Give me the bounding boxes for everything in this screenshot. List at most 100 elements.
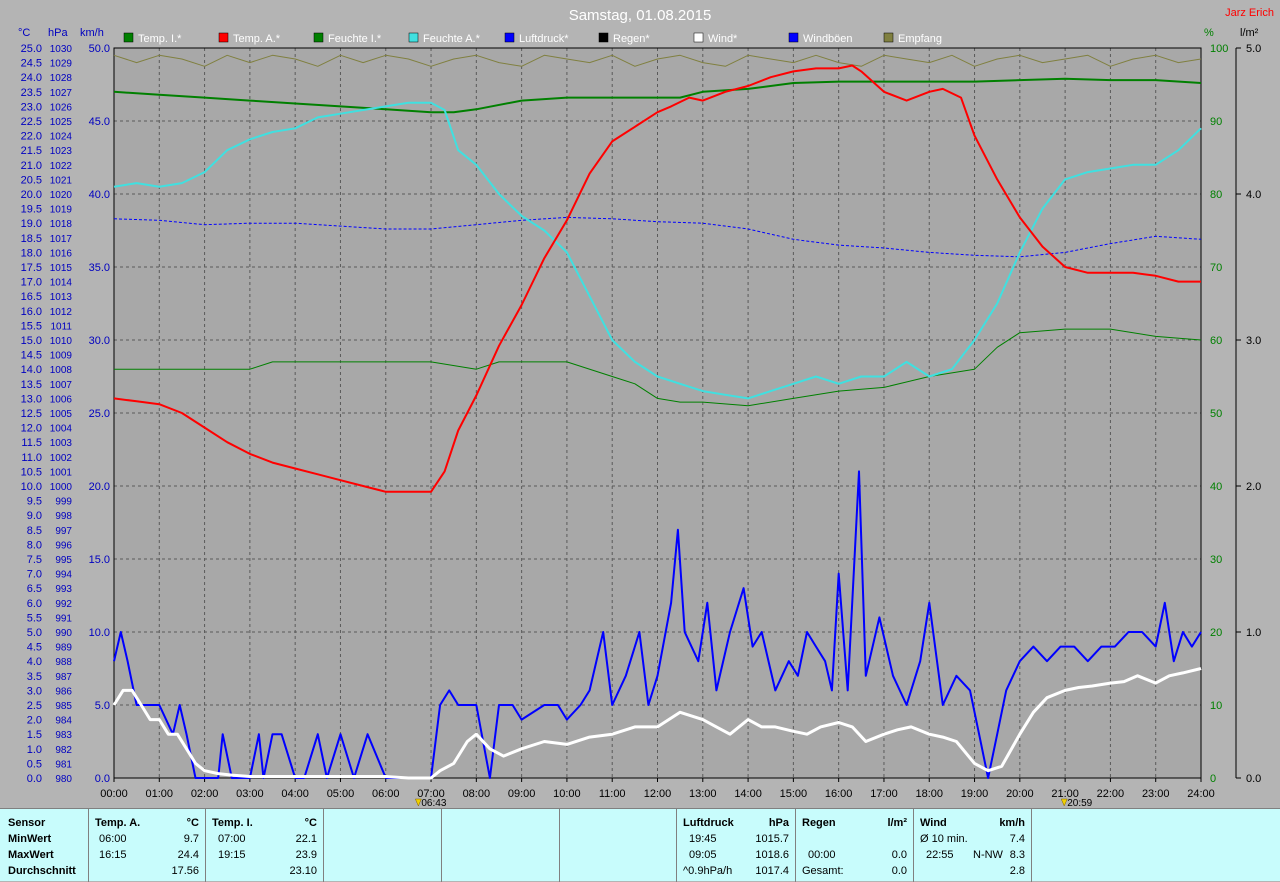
legend-label: Regen* xyxy=(613,33,650,45)
temp-tick: 0.5 xyxy=(27,758,42,770)
temp-tick: 20.5 xyxy=(21,174,42,186)
temp-tick: 4.5 xyxy=(27,642,42,654)
temp-i-unit: °C xyxy=(304,817,317,829)
wind-tick: 5.0 xyxy=(95,700,110,712)
author-label: Jarz Erich xyxy=(1225,7,1274,19)
temp-tick: 24.5 xyxy=(21,58,42,70)
pressure-tick: 1029 xyxy=(50,59,73,70)
pressure-tick: 1012 xyxy=(50,307,73,318)
pressure-tick: 1016 xyxy=(50,248,73,259)
pressure-tick: 986 xyxy=(55,686,72,697)
temp-tick: 12.5 xyxy=(21,408,42,420)
temp-tick: 2.5 xyxy=(27,700,42,712)
pressure-tick: 1030 xyxy=(50,44,73,55)
wind-tick: 0.0 xyxy=(95,773,110,785)
rain-unit: l/m² xyxy=(887,817,907,829)
wind-max: 8.3 xyxy=(1009,849,1025,861)
temp-tick: 7.0 xyxy=(27,569,42,581)
temp-tick: 5.0 xyxy=(27,627,42,639)
pressure-tick: 1018 xyxy=(50,219,73,230)
stats-col-wind: Wind km/h Ø 10 min. 7.4 22:55 N-NW 8.3 2… xyxy=(914,809,1032,882)
pressure-tick: 981 xyxy=(55,759,72,770)
temp-tick: 18.0 xyxy=(21,247,42,259)
pressure-tick: 1019 xyxy=(50,205,73,216)
legend-label: Feuchte I.* xyxy=(328,33,382,45)
pressure-tick: 1014 xyxy=(50,278,73,289)
temp-tick: 6.0 xyxy=(27,598,42,610)
temp-tick: 4.0 xyxy=(27,656,42,668)
rain-tick: 1.0 xyxy=(1246,627,1261,639)
pressure-tick: 1008 xyxy=(50,365,73,376)
x-tick-label: 14:00 xyxy=(734,788,762,800)
wind-tick: 45.0 xyxy=(89,116,110,128)
temp-a-max-time: 16:15 xyxy=(99,849,127,861)
legend-swatch xyxy=(788,32,799,43)
pressure-tick: 999 xyxy=(55,497,72,508)
x-tick-label: 22:00 xyxy=(1097,788,1125,800)
sensor-row-min: MinWert xyxy=(8,833,52,845)
x-tick-label: 02:00 xyxy=(191,788,219,800)
temp-tick: 17.0 xyxy=(21,277,42,289)
x-tick-label: 08:00 xyxy=(463,788,491,800)
wind-avg: 7.4 xyxy=(1009,833,1025,845)
temp-tick: 9.0 xyxy=(27,510,42,522)
temp-tick: 19.0 xyxy=(21,218,42,230)
x-tick-label: 10:00 xyxy=(553,788,581,800)
temp-tick: 19.5 xyxy=(21,204,42,216)
temp-tick: 13.0 xyxy=(21,393,42,405)
pressure-tick: 983 xyxy=(55,730,72,741)
temp-a-min: 9.7 xyxy=(183,833,199,845)
weather-chart: °C hPa km/h% l/m² 0.0 0.5 1.0 1.5 2.0 2.5 3.0 3.5 4.… xyxy=(18,7,1274,808)
temp-tick: 18.5 xyxy=(21,233,42,245)
temp-tick: 24.0 xyxy=(21,72,42,84)
temp-tick: 20.0 xyxy=(21,189,42,201)
stats-col-pressure: Luftdruck hPa 19:45 1015.7 09:05 1018.6 … xyxy=(677,809,796,882)
pressure-tick: 993 xyxy=(55,584,72,595)
temp-tick: 10.0 xyxy=(21,481,42,493)
temp-tick: 23.5 xyxy=(21,87,42,99)
wind-avg-label: Ø 10 min. xyxy=(920,833,968,845)
humidity-tick: 70 xyxy=(1210,262,1222,274)
temp-tick: 23.0 xyxy=(21,101,42,113)
temp-tick: 1.5 xyxy=(27,729,42,741)
legend-label: Wind* xyxy=(708,33,738,45)
x-tick-label: 13:00 xyxy=(689,788,717,800)
pressure-tick: 994 xyxy=(55,570,72,581)
temp-tick: 25.0 xyxy=(21,43,42,55)
pressure-unit-label: hPa xyxy=(48,27,68,39)
x-tick-label: 16:00 xyxy=(825,788,853,800)
pressure-tick: 1005 xyxy=(50,409,73,420)
temp-tick: 10.5 xyxy=(21,466,42,478)
humidity-tick: 90 xyxy=(1210,116,1222,128)
pressure-tick: 1006 xyxy=(50,394,73,405)
temp-a-header: Temp. A. xyxy=(95,817,141,829)
temp-tick: 8.5 xyxy=(27,525,42,537)
pressure-tick: 1022 xyxy=(50,161,73,172)
pressure-tick: 1021 xyxy=(50,175,73,186)
temp-a-unit: °C xyxy=(186,817,199,829)
wind-tick: 35.0 xyxy=(89,262,110,274)
temp-i-min-time: 07:00 xyxy=(218,833,246,845)
temp-tick: 12.0 xyxy=(21,423,42,435)
legend-swatch xyxy=(693,32,704,43)
legend: Temp. I.* Temp. A.* Feuchte I.* Feuchte A.*… xyxy=(123,32,942,45)
wind-tick: 50.0 xyxy=(89,43,110,55)
pressure-avg: 1017.4 xyxy=(755,865,789,877)
x-tick-label: 15:00 xyxy=(780,788,808,800)
pressure-tick: 1007 xyxy=(50,380,73,391)
pressure-min-time: 19:45 xyxy=(689,833,717,845)
pressure-tick: 1013 xyxy=(50,292,73,303)
humidity-tick: 60 xyxy=(1210,335,1222,347)
temp-a-max: 24.4 xyxy=(177,849,199,861)
wind-tick: 10.0 xyxy=(89,627,110,639)
x-tick-label: 06:00 xyxy=(372,788,400,800)
legend-swatch xyxy=(883,32,894,43)
pressure-tick: 997 xyxy=(55,526,72,537)
x-tick-label: 12:00 xyxy=(644,788,672,800)
temp-tick: 15.5 xyxy=(21,320,42,332)
pressure-tick: 1028 xyxy=(50,73,73,84)
stats-panel: Sensor MinWert MaxWert Durchschnitt Temp… xyxy=(0,808,1280,882)
temp-tick: 17.5 xyxy=(21,262,42,274)
pressure-tick: 1002 xyxy=(50,453,73,464)
x-tick-label: 17:00 xyxy=(870,788,898,800)
